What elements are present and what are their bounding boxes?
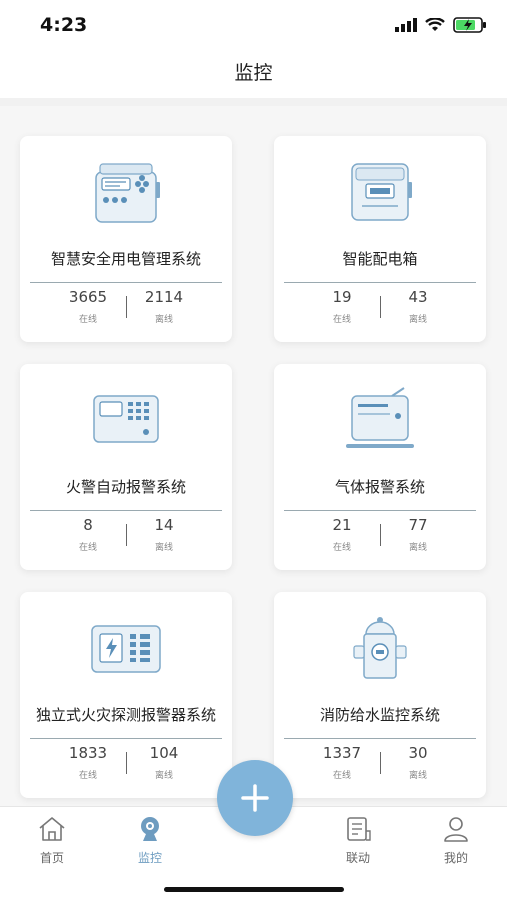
online-label: 在线: [78, 543, 97, 553]
tab-mine[interactable]: 我的: [426, 815, 486, 866]
signal-icon: [395, 18, 417, 32]
online-stat: 3665 在线: [20, 288, 126, 325]
card-title: 独立式火灾探测报警器系统: [35, 706, 216, 724]
online-count: 19: [332, 288, 352, 306]
offline-label: 离线: [408, 315, 427, 325]
add-button[interactable]: [217, 760, 293, 836]
online-stat: 21 在线: [274, 516, 380, 553]
distribution-box-icon: [351, 163, 412, 221]
card-smart-electric-safety[interactable]: 智慧安全用电管理系统 3665 在线 2114 离线: [20, 136, 232, 342]
card-fire-auto-alarm[interactable]: 火警自动报警系统 8 在线 14 离线: [20, 364, 232, 570]
card-divider: [284, 510, 476, 511]
plus-icon: [241, 784, 269, 812]
online-count: 8: [83, 516, 93, 534]
online-label: 在线: [332, 315, 351, 325]
online-label: 在线: [332, 543, 351, 553]
offline-count: 2114: [144, 288, 184, 306]
status-bar: 4:23: [0, 0, 507, 50]
card-divider: [30, 510, 222, 511]
online-count: 21: [332, 516, 352, 534]
card-title: 智慧安全用电管理系统: [50, 250, 201, 268]
card-divider: [30, 282, 222, 283]
tab-monitor[interactable]: 监控: [120, 815, 180, 866]
online-label: 在线: [332, 771, 351, 781]
header-divider: [0, 98, 507, 106]
offline-stat: 14 离线: [126, 516, 232, 553]
tab-label: 我的: [443, 851, 468, 865]
offline-count: 30: [408, 744, 428, 762]
user-icon: [444, 817, 468, 842]
offline-stat: 77 离线: [380, 516, 486, 553]
online-label: 在线: [78, 315, 97, 325]
online-stat: 1833 在线: [20, 744, 126, 781]
online-count: 1337: [322, 744, 362, 762]
card-title: 火警自动报警系统: [65, 478, 186, 496]
home-icon: [39, 817, 65, 841]
card-gas-alarm[interactable]: 气体报警系统 21 在线 77 离线: [274, 364, 486, 570]
offline-stat: 2114 离线: [126, 288, 232, 325]
online-count: 1833: [68, 744, 108, 762]
page-title: 监控: [234, 62, 273, 84]
online-stat: 19 在线: [274, 288, 380, 325]
offline-count: 77: [408, 516, 428, 534]
wifi-icon: [425, 18, 445, 31]
card-divider: [30, 738, 222, 739]
offline-label: 离线: [154, 543, 173, 553]
offline-label: 离线: [154, 771, 173, 781]
offline-count: 104: [149, 744, 179, 762]
fire-detector-icon: [91, 625, 161, 673]
offline-stat: 104 离线: [126, 744, 232, 781]
tab-label: 监控: [137, 851, 162, 865]
card-title: 智能配电箱: [342, 250, 418, 268]
offline-count: 14: [154, 516, 174, 534]
card-title: 气体报警系统: [334, 478, 425, 496]
status-icons: [395, 17, 487, 33]
gas-alarm-icon: [346, 387, 414, 448]
card-standalone-fire-detector[interactable]: 独立式火灾探测报警器系统 1833 在线 104 离线: [20, 592, 232, 798]
card-divider: [284, 282, 476, 283]
tab-linkage[interactable]: 联动: [328, 815, 388, 866]
offline-count: 43: [408, 288, 428, 306]
offline-label: 离线: [154, 315, 173, 325]
tab-label: 首页: [39, 851, 64, 865]
document-icon: [347, 817, 371, 841]
tab-label: 联动: [345, 851, 370, 865]
offline-stat: 43 离线: [380, 288, 486, 325]
online-stat: 1337 在线: [274, 744, 380, 781]
card-fire-water-monitor[interactable]: 消防给水监控系统 1337 在线 30 离线: [274, 592, 486, 798]
hydrant-icon: [353, 617, 407, 679]
offline-label: 离线: [408, 771, 427, 781]
card-divider: [284, 738, 476, 739]
online-count: 3665: [68, 288, 108, 306]
monitor-grid[interactable]: 智慧安全用电管理系统 3665 在线 2114 离线 智能配电箱 19 在线 4…: [0, 106, 507, 806]
offline-label: 离线: [408, 543, 427, 553]
camera-icon: [141, 817, 159, 841]
online-label: 在线: [78, 771, 97, 781]
offline-stat: 30 离线: [380, 744, 486, 781]
online-stat: 8 在线: [20, 516, 126, 553]
electric-panel-icon: [95, 163, 160, 223]
status-time: 4:23: [40, 14, 88, 36]
battery-charging-icon: [453, 17, 486, 33]
tab-home[interactable]: 首页: [22, 815, 82, 866]
card-smart-distribution-box[interactable]: 智能配电箱 19 在线 43 离线: [274, 136, 486, 342]
card-title: 消防给水监控系统: [319, 706, 440, 724]
fire-alarm-panel-icon: [93, 395, 159, 443]
home-indicator: [164, 887, 344, 892]
